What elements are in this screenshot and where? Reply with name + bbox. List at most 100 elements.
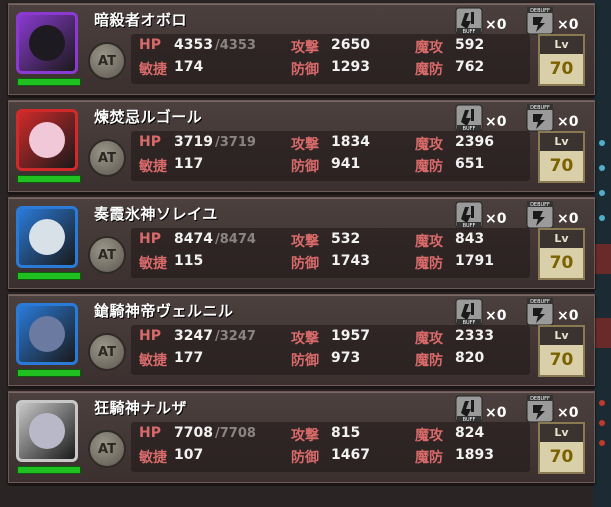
agi-value: 174	[174, 59, 204, 75]
hp-max: /8474	[215, 232, 256, 247]
def-value: 1743	[331, 253, 370, 269]
hp-max: /4353	[215, 38, 256, 53]
level-value: 70	[549, 156, 574, 176]
level-label: Lv	[540, 36, 583, 54]
unit-panel[interactable]: AT 狂騎神ナルザ BUFF ×0 DEBUFF ×0 HP 7708 /770…	[8, 391, 595, 486]
portrait-hp-bar	[17, 369, 81, 377]
unit-panel[interactable]: AT 奏霞氷神ソレイユ BUFF ×0 DEBUFF ×0 HP 8474 /8…	[8, 197, 595, 292]
level-value: 70	[549, 350, 574, 370]
buff-icon: BUFF	[455, 298, 483, 326]
buff-count: ×0	[485, 17, 507, 33]
unit-name: 鎗騎神帝ヴェルニル	[94, 302, 234, 320]
def-label: 防御	[291, 62, 319, 78]
def-label: 防御	[291, 353, 319, 369]
portrait-hp-bar	[17, 466, 81, 474]
matk-value: 2396	[455, 134, 494, 150]
unit-portrait[interactable]	[16, 400, 78, 462]
unit-portrait[interactable]	[16, 109, 78, 171]
mdef-value: 820	[455, 350, 485, 366]
at-button[interactable]: AT	[88, 42, 126, 80]
at-label: AT	[98, 150, 116, 166]
matk-label: 魔攻	[415, 428, 443, 444]
level-label: Lv	[540, 133, 583, 151]
unit-portrait[interactable]	[16, 206, 78, 268]
at-button[interactable]: AT	[88, 139, 126, 177]
debuff-count: ×0	[557, 308, 579, 324]
buff-icon: BUFF	[455, 7, 483, 35]
debuff-icon: DEBUFF	[526, 395, 554, 423]
portrait-image	[29, 219, 65, 255]
debuff-label: DEBUFF	[530, 396, 550, 402]
unit-panel[interactable]: AT 鎗騎神帝ヴェルニル BUFF ×0 DEBUFF ×0 HP 3247 /…	[8, 294, 595, 389]
mdef-label: 魔防	[415, 353, 443, 369]
def-value: 1293	[331, 59, 370, 75]
mdef-value: 1893	[455, 447, 494, 463]
at-label: AT	[98, 53, 116, 69]
matk-label: 魔攻	[415, 234, 443, 250]
level-box: Lv 70	[538, 325, 585, 377]
agi-value: 117	[174, 156, 204, 172]
mdef-label: 魔防	[415, 256, 443, 272]
stats-box: HP 8474 /8474 敏捷 115 攻撃 532 防御 1743 魔攻 8…	[131, 228, 530, 278]
at-label: AT	[98, 441, 116, 457]
at-button[interactable]: AT	[88, 236, 126, 274]
agi-label: 敏捷	[139, 159, 167, 175]
atk-label: 攻撃	[291, 331, 319, 347]
background-dot	[599, 420, 605, 426]
unit-panel[interactable]: AT 煉焚忌ルゴール BUFF ×0 DEBUFF ×0 HP 3719 /37…	[8, 100, 595, 195]
atk-label: 攻撃	[291, 234, 319, 250]
hp-label: HP	[139, 425, 161, 441]
unit-panel[interactable]: AT 暗殺者オボロ BUFF ×0 DEBUFF ×0 HP 4353 /435…	[8, 3, 595, 98]
background-strip	[593, 0, 611, 507]
portrait-hp-bar	[17, 272, 81, 280]
mdef-value: 651	[455, 156, 485, 172]
def-label: 防御	[291, 159, 319, 175]
unit-name: 奏霞氷神ソレイユ	[94, 205, 218, 223]
at-button[interactable]: AT	[88, 430, 126, 468]
portrait-image	[29, 122, 65, 158]
mdef-value: 1791	[455, 253, 494, 269]
def-label: 防御	[291, 450, 319, 466]
matk-value: 824	[455, 425, 485, 441]
atk-value: 2650	[331, 37, 370, 53]
unit-portrait[interactable]	[16, 12, 78, 74]
agi-value: 107	[174, 447, 204, 463]
stats-box: HP 4353 /4353 敏捷 174 攻撃 2650 防御 1293 魔攻 …	[131, 34, 530, 84]
level-label: Lv	[540, 230, 583, 248]
at-label: AT	[98, 344, 116, 360]
debuff-label: DEBUFF	[530, 8, 550, 14]
background-accent	[593, 318, 611, 348]
agi-label: 敏捷	[139, 353, 167, 369]
hp-value: 7708	[174, 425, 213, 441]
portrait-image	[29, 316, 65, 352]
atk-label: 攻撃	[291, 428, 319, 444]
hp-value: 8474	[174, 231, 213, 247]
debuff-icon: DEBUFF	[526, 298, 554, 326]
mdef-label: 魔防	[415, 62, 443, 78]
panel-divider	[9, 192, 594, 195]
debuff-count: ×0	[557, 17, 579, 33]
at-button[interactable]: AT	[88, 333, 126, 371]
level-box: Lv 70	[538, 422, 585, 474]
at-label: AT	[98, 247, 116, 263]
debuff-label: DEBUFF	[530, 105, 550, 111]
hp-label: HP	[139, 37, 161, 53]
panel-divider	[9, 483, 594, 486]
stats-box: HP 3719 /3719 敏捷 117 攻撃 1834 防御 941 魔攻 2…	[131, 131, 530, 181]
level-label: Lv	[540, 424, 583, 442]
background-dot	[599, 165, 605, 171]
panel-divider	[9, 95, 594, 98]
stats-box: HP 3247 /3247 敏捷 177 攻撃 1957 防御 973 魔攻 2…	[131, 325, 530, 375]
level-value: 70	[549, 447, 574, 467]
matk-value: 592	[455, 37, 485, 53]
buff-count: ×0	[485, 405, 507, 421]
mdef-label: 魔防	[415, 450, 443, 466]
debuff-icon: DEBUFF	[526, 7, 554, 35]
stats-box: HP 7708 /7708 敏捷 107 攻撃 815 防御 1467 魔攻 8…	[131, 422, 530, 472]
atk-value: 815	[331, 425, 361, 441]
def-value: 941	[331, 156, 361, 172]
unit-name: 狂騎神ナルザ	[94, 399, 188, 417]
unit-portrait[interactable]	[16, 303, 78, 365]
hp-max: /3719	[215, 135, 256, 150]
hp-value: 3719	[174, 134, 213, 150]
